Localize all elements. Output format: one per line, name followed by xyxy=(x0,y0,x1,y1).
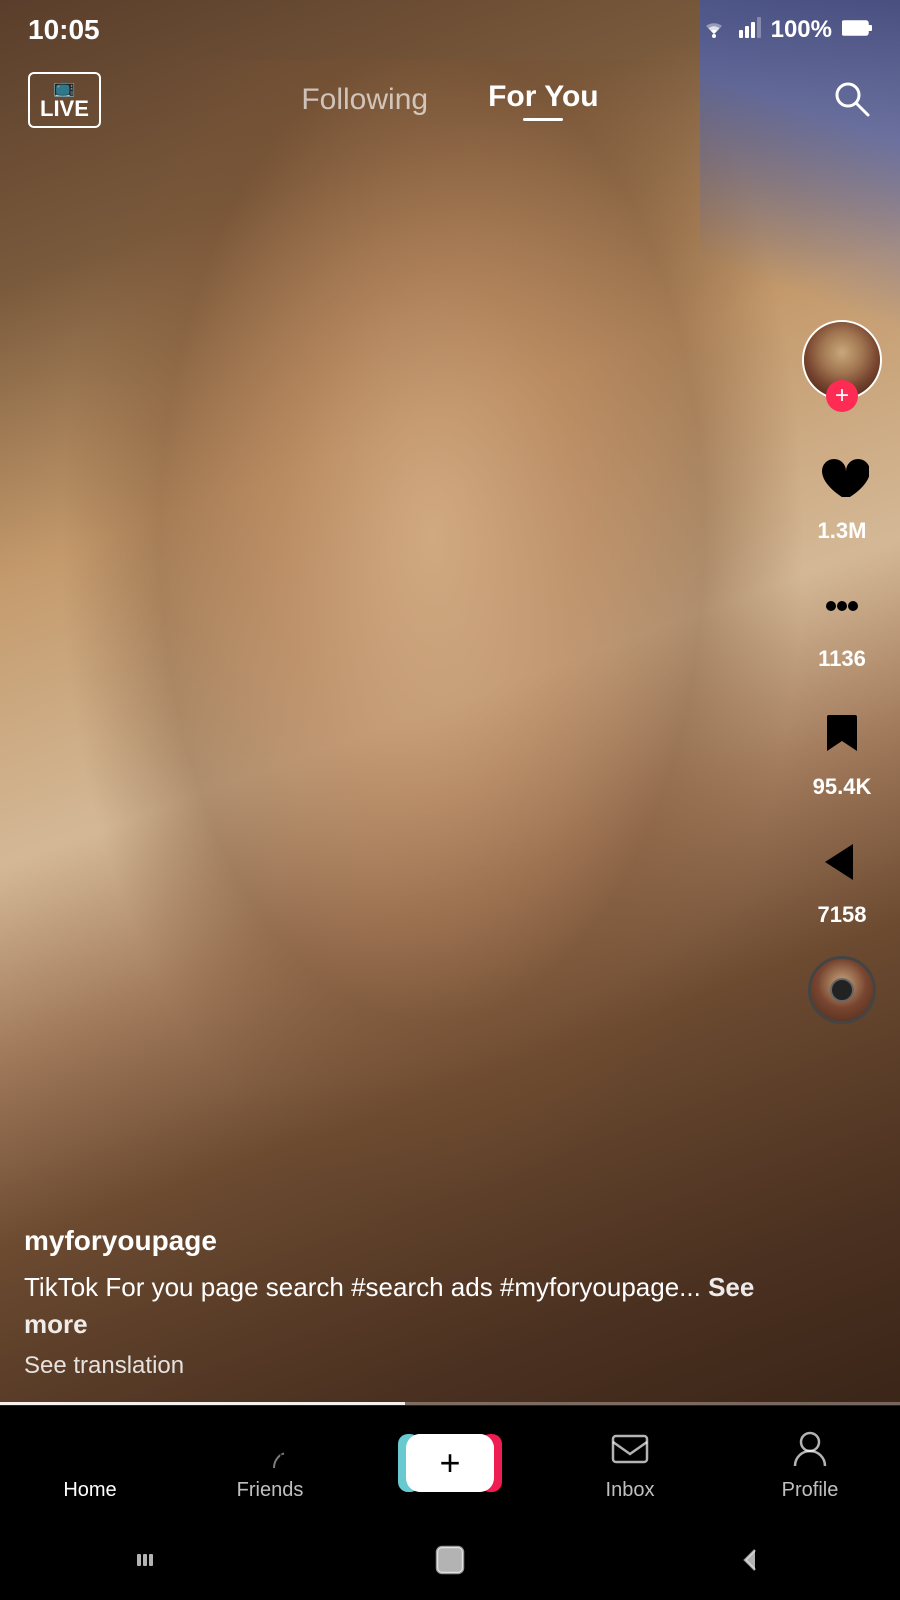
creator-username[interactable]: myforyoupage xyxy=(24,1225,780,1257)
tab-foryou[interactable]: For You xyxy=(488,80,599,121)
live-button[interactable]: 📺 LIVE xyxy=(28,72,101,128)
status-bar: 10:05 100% xyxy=(0,0,900,60)
battery-icon xyxy=(842,16,872,44)
live-tv-icon: 📺 xyxy=(53,78,75,96)
android-home-button[interactable] xyxy=(433,1543,467,1577)
friends-icon xyxy=(246,1425,294,1473)
heart-icon xyxy=(808,444,876,512)
wifi-icon xyxy=(699,16,729,45)
comment-button[interactable]: 1136 xyxy=(808,572,876,672)
live-label: LIVE xyxy=(40,96,89,122)
share-button[interactable]: 7158 xyxy=(808,828,876,928)
profile-label: Profile xyxy=(782,1479,839,1502)
home-icon xyxy=(66,1425,114,1473)
nav-add[interactable]: + xyxy=(360,1434,540,1492)
nav-inbox[interactable]: Inbox xyxy=(540,1425,720,1502)
profile-icon xyxy=(786,1425,834,1473)
home-label: Home xyxy=(63,1479,116,1502)
creator-avatar[interactable]: + xyxy=(802,320,882,400)
like-count: 1.3M xyxy=(818,518,867,544)
android-back-button[interactable] xyxy=(737,1546,765,1574)
video-caption: TikTok For you page search #search ads #… xyxy=(24,1269,780,1342)
status-time: 10:05 xyxy=(28,14,100,46)
sound-disc-image xyxy=(808,956,876,1024)
see-translation-button[interactable]: See translation xyxy=(24,1352,780,1380)
android-navigation xyxy=(0,1520,900,1600)
battery-percentage: 100% xyxy=(771,16,832,44)
nav-tabs: Following For You xyxy=(301,80,598,121)
active-tab-indicator xyxy=(523,118,563,121)
bookmark-icon xyxy=(808,700,876,768)
signal-icon xyxy=(739,16,761,45)
bookmark-count: 95.4K xyxy=(813,774,872,800)
comment-count: 1136 xyxy=(818,646,866,672)
top-navigation: 📺 LIVE Following For You xyxy=(0,60,900,140)
share-count: 7158 xyxy=(818,902,867,928)
sound-disc[interactable] xyxy=(808,956,876,1024)
add-button-inner: + xyxy=(406,1434,494,1492)
bottom-navigation: Home Friends + Inbo xyxy=(0,1405,900,1520)
add-button[interactable]: + xyxy=(406,1434,494,1492)
content-info: myforyoupage TikTok For you page search … xyxy=(24,1225,780,1380)
right-actions-panel: + 1.3M 1136 95.4K xyxy=(802,320,882,1024)
plus-icon: + xyxy=(439,1445,460,1481)
nav-friends[interactable]: Friends xyxy=(180,1425,360,1502)
friends-label: Friends xyxy=(237,1479,304,1502)
share-icon xyxy=(808,828,876,896)
search-button[interactable] xyxy=(830,77,872,124)
nav-profile[interactable]: Profile xyxy=(720,1425,900,1502)
like-button[interactable]: 1.3M xyxy=(808,444,876,544)
inbox-label: Inbox xyxy=(606,1479,655,1502)
status-icons: 100% xyxy=(699,16,872,45)
follow-plus-button[interactable]: + xyxy=(826,380,858,412)
comment-icon xyxy=(808,572,876,640)
android-recents-button[interactable] xyxy=(135,1546,163,1574)
nav-home[interactable]: Home xyxy=(0,1425,180,1502)
inbox-icon xyxy=(606,1425,654,1473)
bookmark-button[interactable]: 95.4K xyxy=(808,700,876,800)
tab-following[interactable]: Following xyxy=(301,83,428,117)
